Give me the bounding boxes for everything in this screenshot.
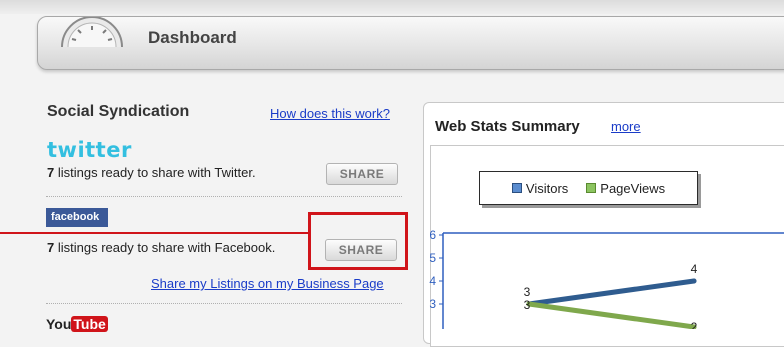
y-tick-label: 3	[429, 297, 436, 311]
legend-item-pageviews: PageViews	[586, 181, 665, 196]
annotation-highlight-box	[308, 212, 408, 270]
page-title: Dashboard	[148, 28, 237, 47]
social-syndication-title: Social Syndication	[47, 103, 190, 120]
chart-legend: Visitors PageViews	[479, 171, 698, 205]
youtube-logo: You Tube	[46, 316, 108, 332]
series-line-visitors	[526, 278, 697, 307]
data-label: 3	[524, 285, 531, 299]
speedometer-icon	[61, 17, 123, 47]
data-label: 2	[691, 320, 698, 329]
legend-swatch-visitors	[511, 183, 522, 193]
twitter-logo: twitter	[47, 138, 132, 162]
youtube-logo-tube: Tube	[71, 316, 108, 332]
twitter-listing-count: 7	[47, 165, 55, 180]
stats-more-link[interactable]: more	[611, 119, 641, 134]
youtube-logo-you: You	[46, 316, 72, 332]
facebook-listing-count: 7	[47, 240, 55, 255]
y-tick-label: 4	[429, 274, 436, 288]
data-label: 3	[524, 298, 531, 312]
legend-item-visitors: Visitors	[511, 180, 569, 196]
facebook-ready-text: 7 listings ready to share with Facebook.	[47, 240, 275, 255]
legend-label-visitors: Visitors	[525, 180, 569, 196]
web-stats-title: Web Stats Summary	[435, 118, 580, 135]
twitter-share-button[interactable]: SHARE	[326, 163, 398, 185]
y-tick-label: 5	[429, 251, 436, 265]
data-point-visitors	[691, 278, 697, 284]
share-business-page-link[interactable]: Share my Listings on my Business Page	[151, 276, 384, 291]
how-does-this-work-link[interactable]: How does this work?	[270, 106, 390, 121]
series-line-pageviews	[526, 301, 697, 329]
separator	[46, 196, 402, 197]
facebook-logo: facebook	[46, 208, 108, 227]
annotation-line	[0, 232, 310, 234]
twitter-ready-message: listings ready to share with Twitter.	[57, 165, 256, 180]
separator	[46, 303, 402, 304]
legend-swatch-pageviews	[586, 183, 597, 193]
data-label: 4	[691, 262, 698, 276]
web-stats-line-chart: 65433432	[429, 228, 784, 329]
facebook-ready-message: listings ready to share with Facebook.	[57, 240, 276, 255]
twitter-ready-text: 7 listings ready to share with Twitter.	[47, 165, 256, 180]
top-shade	[0, 0, 784, 14]
y-tick-label: 6	[429, 228, 436, 242]
legend-label-pageviews: PageViews	[600, 180, 666, 196]
